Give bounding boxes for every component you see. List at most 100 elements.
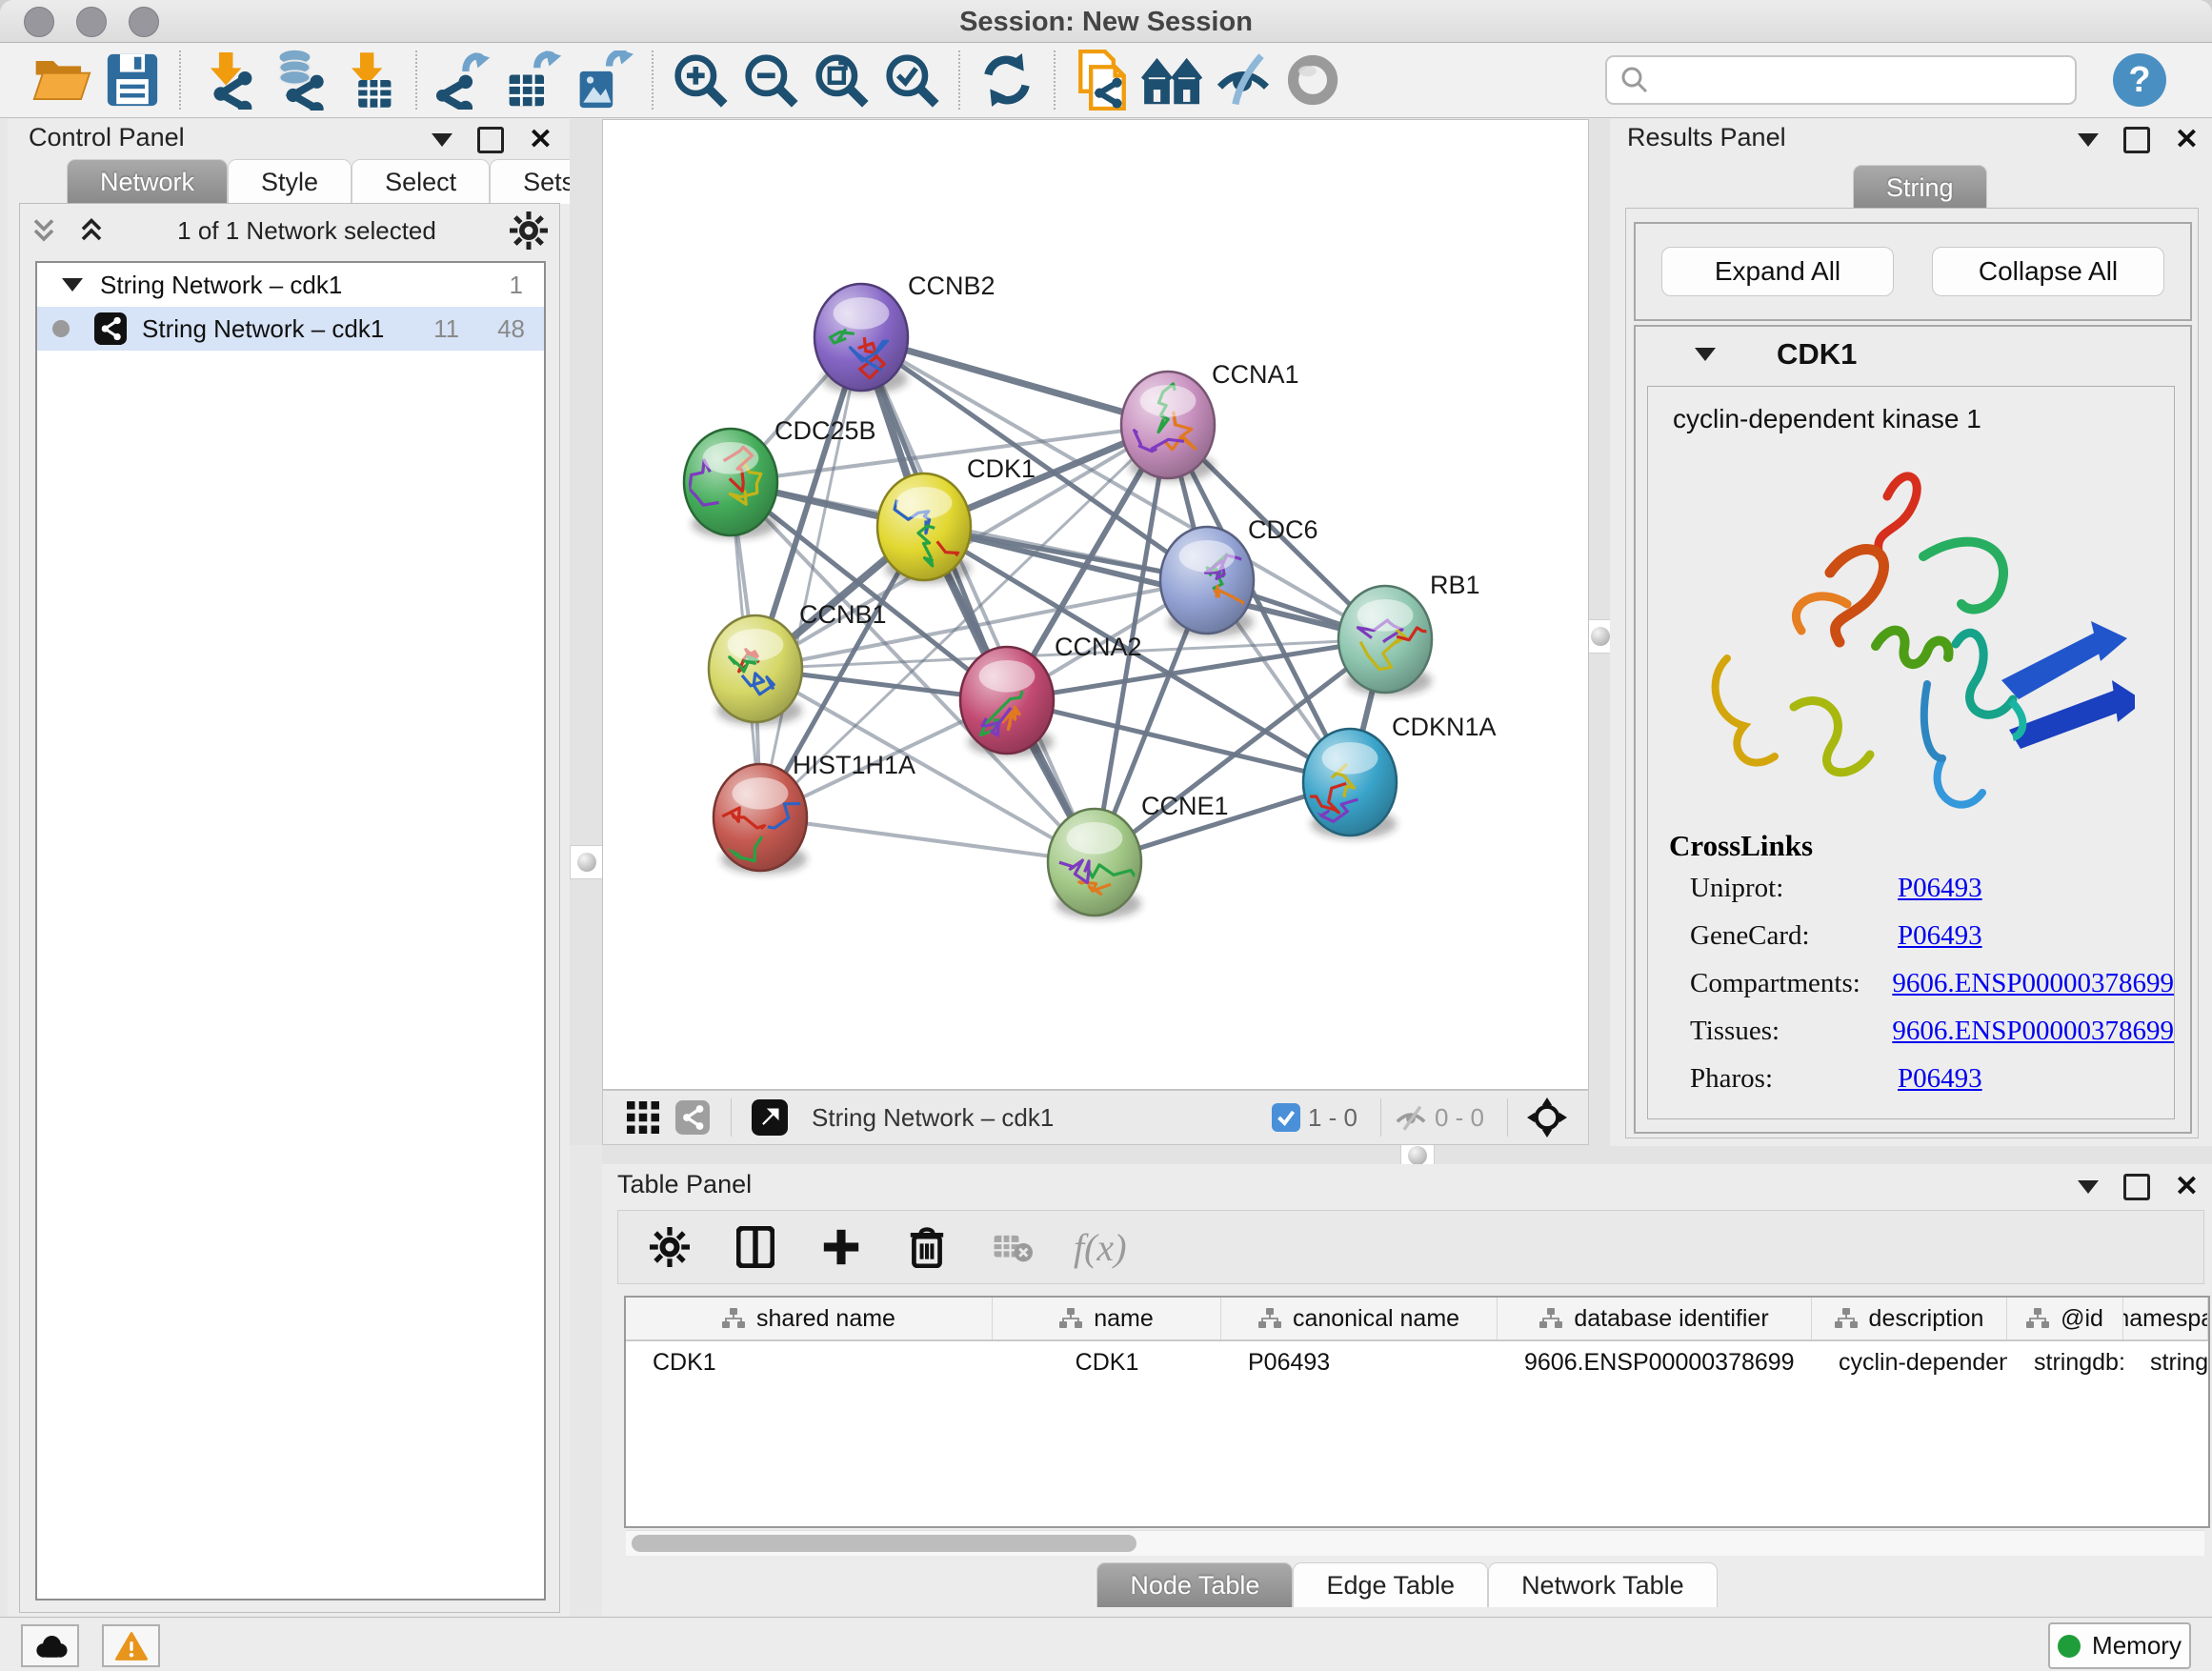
column-header-database-identifier[interactable]: database identifier	[1498, 1298, 1812, 1339]
table-cell[interactable]: CDK1	[993, 1341, 1221, 1383]
zoom-out-icon[interactable]	[735, 46, 806, 114]
memory-button[interactable]: Memory	[2048, 1622, 2191, 1669]
gene-entry-header[interactable]: CDK1	[1636, 327, 2190, 382]
network-collection-row[interactable]: String Network – cdk1 1	[37, 263, 544, 307]
node-cdkn1a[interactable]: CDKN1A	[1299, 713, 1497, 838]
hide-selected-icon[interactable]	[1208, 46, 1278, 114]
collapse-all-button[interactable]: Collapse All	[1932, 247, 2164, 296]
panel-close-icon[interactable]: ✕	[2175, 130, 2199, 151]
node-ccna1[interactable]: CCNA1	[1121, 360, 1299, 481]
export-image-icon[interactable]	[570, 46, 640, 114]
zoom-fit-icon[interactable]	[806, 46, 876, 114]
collapse-entry-icon[interactable]	[1695, 348, 1716, 361]
network-status-dot	[52, 320, 70, 337]
zoom-in-icon[interactable]	[665, 46, 735, 114]
toolbar-search-field[interactable]	[1605, 55, 2077, 105]
tab-network-table[interactable]: Network Table	[1488, 1562, 1718, 1607]
panel-menu-icon[interactable]	[2078, 133, 2099, 147]
hidden-eye-icon[interactable]	[1395, 1103, 1427, 1132]
delete-column-icon[interactable]	[902, 1213, 952, 1281]
import-network-database-icon[interactable]	[263, 46, 333, 114]
network-row[interactable]: String Network – cdk1 11 48	[37, 307, 544, 351]
panel-menu-icon[interactable]	[432, 133, 452, 147]
selected-checkbox-icon[interactable]	[1272, 1103, 1300, 1132]
crosslink-link[interactable]: P06493	[1898, 873, 1982, 904]
table-cell[interactable]: cyclin-dependent ...	[1812, 1341, 2007, 1383]
export-network-icon[interactable]	[429, 46, 499, 114]
grid-view-icon[interactable]	[618, 1096, 668, 1139]
warning-icon	[115, 1632, 148, 1661]
show-columns-icon[interactable]	[731, 1213, 780, 1281]
tab-select[interactable]: Select	[352, 159, 490, 204]
column-header-namespac[interactable]: namespac	[2123, 1298, 2208, 1339]
network-list-share-icon[interactable]	[668, 1096, 717, 1139]
node-hist1h1a[interactable]: HIST1H1A	[714, 751, 915, 874]
bottom-splitter[interactable]	[602, 1145, 2212, 1164]
open-session-icon[interactable]	[27, 46, 97, 114]
refresh-view-icon[interactable]	[972, 46, 1042, 114]
right-splitter[interactable]	[1589, 119, 1610, 1145]
fit-selected-crosshair-icon[interactable]	[1521, 1095, 1573, 1140]
table-cell[interactable]: stringdb	[2123, 1341, 2208, 1383]
network-graph[interactable]: CCNB2CCNA1CDC25BCDK1CDC6RB1CCNB1CCNA2CDK…	[603, 120, 1588, 1089]
zoom-selected-icon[interactable]	[876, 46, 947, 114]
table-cell[interactable]: P06493	[1221, 1341, 1498, 1383]
expand-all-icon[interactable]	[68, 196, 115, 265]
gear-icon[interactable]	[498, 196, 559, 265]
crosslink-link[interactable]: P06493	[1898, 920, 1982, 952]
add-column-icon[interactable]	[816, 1213, 866, 1281]
edge[interactable]	[861, 337, 1095, 862]
table-cell[interactable]: stringdb:9...	[2007, 1341, 2123, 1383]
column-header-name[interactable]: name	[993, 1298, 1221, 1339]
tab-style[interactable]: Style	[228, 159, 352, 204]
show-graphics-details-icon[interactable]	[1278, 46, 1349, 114]
panel-float-icon[interactable]	[477, 127, 504, 153]
crosslink-row: GeneCard: P06493	[1669, 920, 2174, 952]
table-cell[interactable]: CDK1	[626, 1341, 993, 1383]
panel-menu-icon[interactable]	[2078, 1180, 2099, 1194]
node-ccne1[interactable]: CCNE1	[1048, 792, 1229, 918]
help-icon[interactable]: ?	[2113, 53, 2166, 107]
table-horizontal-scrollbar[interactable]	[626, 1530, 2204, 1556]
scrollbar-thumb[interactable]	[632, 1535, 1136, 1552]
node-rb1[interactable]: RB1	[1338, 571, 1480, 695]
panel-float-icon[interactable]	[2123, 1174, 2150, 1200]
toolbar-divider	[415, 50, 417, 110]
cloud-status-button[interactable]	[21, 1624, 79, 1667]
column-header-canonical-name[interactable]: canonical name	[1221, 1298, 1498, 1339]
crosslink-link[interactable]: 9606.ENSP00000378699	[1892, 968, 2174, 999]
column-header-shared-name[interactable]: shared name	[626, 1298, 993, 1339]
save-session-icon[interactable]	[97, 46, 168, 114]
import-table-file-icon[interactable]	[333, 46, 404, 114]
gear-icon[interactable]	[645, 1213, 694, 1281]
left-splitter[interactable]	[570, 119, 602, 1145]
network-view[interactable]: CCNB2CCNA1CDC25BCDK1CDC6RB1CCNB1CCNA2CDK…	[602, 119, 1589, 1090]
table-cell[interactable]: 9606.ENSP00000378699	[1498, 1341, 1812, 1383]
first-neighbors-icon[interactable]	[1137, 46, 1208, 114]
panel-close-icon[interactable]: ✕	[529, 130, 553, 151]
warnings-button[interactable]	[102, 1624, 160, 1667]
crosslink-link[interactable]: P06493	[1898, 1063, 1982, 1095]
column-header--id[interactable]: @id	[2007, 1298, 2123, 1339]
collapse-all-icon[interactable]	[20, 196, 68, 265]
crosslink-link[interactable]: 9606.ENSP00000378699	[1892, 1016, 2174, 1047]
tab-node-table[interactable]: Node Table	[1096, 1562, 1293, 1607]
panel-close-icon[interactable]: ✕	[2175, 1177, 2199, 1198]
node-ccnb2[interactable]: CCNB2	[814, 272, 995, 393]
delete-table-icon[interactable]	[988, 1213, 1037, 1281]
edge[interactable]	[760, 817, 1095, 862]
import-network-file-icon[interactable]	[192, 46, 263, 114]
tab-edge-table[interactable]: Edge Table	[1293, 1562, 1488, 1607]
function-builder-icon[interactable]: f(x)	[1074, 1225, 1127, 1270]
table-row[interactable]: CDK1CDK1P064939606.ENSP00000378699cyclin…	[626, 1341, 2208, 1383]
tab-string[interactable]: String	[1853, 165, 1987, 210]
export-table-icon[interactable]	[499, 46, 570, 114]
birds-eye-view-icon[interactable]	[745, 1096, 794, 1139]
expand-all-button[interactable]: Expand All	[1661, 247, 1894, 296]
clone-network-icon[interactable]	[1067, 46, 1137, 114]
column-header-description[interactable]: description	[1812, 1298, 2007, 1339]
edge[interactable]	[760, 337, 861, 817]
search-input[interactable]	[1659, 65, 2061, 96]
collection-expand-icon[interactable]	[62, 278, 83, 292]
panel-float-icon[interactable]	[2123, 127, 2150, 153]
